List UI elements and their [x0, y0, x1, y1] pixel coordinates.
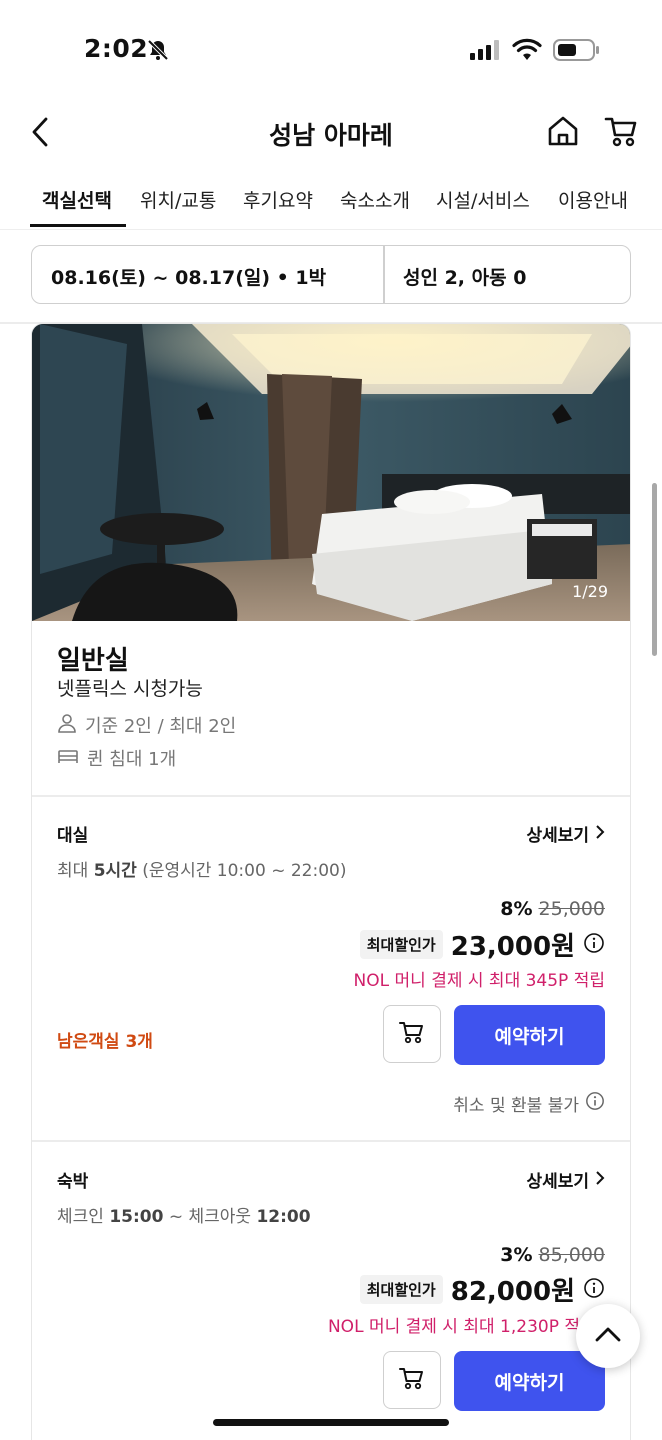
checkin-time: 15:00	[109, 1207, 164, 1227]
chevron-right-icon	[595, 824, 605, 844]
original-price: 25,000	[538, 898, 605, 920]
room-capacity: 기준 2인 / 최대 2인	[57, 712, 236, 738]
room-description: 넷플릭스 시청가능	[57, 678, 203, 700]
room-photo[interactable]	[32, 324, 631, 621]
discount-percent: 8%	[500, 898, 533, 920]
rate-detail-link[interactable]: 상세보기	[526, 821, 605, 846]
room-card: 1/29 일반실 넷플릭스 시청가능 기준 2인 / 최대 2인 퀸 침대 1개…	[31, 323, 631, 1440]
discount-row: 8% 25,000	[500, 898, 605, 920]
scrollbar[interactable]	[652, 483, 657, 656]
divider	[383, 246, 385, 303]
tab-review-summary[interactable]: 후기요약	[243, 186, 313, 213]
price: 82,000원	[450, 1277, 575, 1307]
date-range-button[interactable]: 08.16(토) ~ 08.17(일) • 1박	[51, 263, 326, 290]
home-icon[interactable]	[546, 114, 580, 152]
tab-property-intro[interactable]: 숙소소개	[340, 186, 410, 213]
book-button[interactable]: 예약하기	[454, 1351, 605, 1411]
max-discount-badge: 최대할인가	[359, 1275, 443, 1304]
checkout-label: ~ 체크아웃	[163, 1207, 257, 1227]
refund-note: 취소 및 환불 불가	[453, 1091, 605, 1116]
room-name: 일반실	[57, 646, 129, 676]
battery-icon	[553, 38, 601, 66]
room-bed: 퀸 침대 1개	[57, 745, 176, 771]
original-price: 85,000	[538, 1244, 605, 1266]
refund-note-text: 취소 및 환불 불가	[453, 1096, 579, 1116]
checkin-label: 체크인	[57, 1207, 110, 1227]
checkin-checkout: 체크인 15:00 ~ 체크아웃 12:00	[57, 1202, 311, 1227]
price-row: 최대할인가 82,000원	[359, 1271, 605, 1308]
max-discount-badge: 최대할인가	[359, 930, 443, 959]
capacity-text: 기준 2인 / 최대 2인	[85, 716, 237, 737]
photo-counter: 1/29	[572, 582, 608, 601]
price-row: 최대할인가 23,000원	[359, 926, 605, 963]
info-icon[interactable]	[583, 932, 605, 958]
tab-location[interactable]: 위치/교통	[140, 186, 216, 213]
guest-count-button[interactable]: 성인 2, 아동 0	[403, 263, 526, 290]
rate-time-suffix: (운영시간 10:00 ~ 22:00)	[136, 861, 347, 881]
add-to-cart-button[interactable]	[383, 1351, 441, 1409]
bed-text: 퀸 침대 1개	[87, 749, 177, 770]
cart-icon	[398, 1365, 426, 1395]
points-reward: NOL 머니 결제 시 최대 1,230P 적	[327, 1317, 580, 1337]
discount-row: 3% 85,000	[500, 1244, 605, 1266]
add-to-cart-button[interactable]	[383, 1005, 441, 1063]
rate-type-overnight: 숙박	[57, 1172, 89, 1192]
status-time: 2:02	[84, 34, 149, 63]
info-icon[interactable]	[583, 1277, 605, 1303]
scroll-to-top-button[interactable]	[576, 1304, 640, 1368]
price: 23,000원	[450, 932, 575, 962]
divider	[32, 795, 630, 797]
tab-facilities[interactable]: 시설/서비스	[436, 186, 530, 213]
detail-link-label: 상세보기	[526, 826, 589, 846]
chevron-right-icon	[595, 1170, 605, 1190]
tab-bar: 객실선택 위치/교통 후기요약 숙소소개 시설/서비스 이용안내	[0, 174, 662, 230]
rate-type-dayuse: 대실	[57, 826, 89, 846]
points-reward: NOL 머니 결제 시 최대 345P 적립	[353, 971, 605, 991]
rate-detail-link[interactable]: 상세보기	[526, 1167, 605, 1192]
home-indicator	[213, 1419, 449, 1426]
detail-link-label: 상세보기	[526, 1172, 589, 1192]
bell-slash-icon	[146, 38, 170, 66]
cart-icon	[398, 1019, 426, 1049]
discount-percent: 3%	[500, 1244, 533, 1266]
chevron-up-icon	[594, 1325, 622, 1347]
tab-usage-info[interactable]: 이용안내	[558, 186, 628, 213]
person-icon	[57, 713, 77, 738]
rate-time: 최대 5시간 (운영시간 10:00 ~ 22:00)	[57, 856, 346, 881]
tab-room-select[interactable]: 객실선택	[42, 186, 112, 213]
nav-bar: 성남 아마레	[0, 100, 662, 164]
wifi-icon	[512, 38, 542, 64]
rate-time-prefix: 최대	[57, 861, 94, 881]
info-icon[interactable]	[585, 1091, 605, 1116]
checkout-time: 12:00	[256, 1207, 311, 1227]
rate-time-bold: 5시간	[93, 861, 137, 881]
cart-icon[interactable]	[604, 114, 640, 152]
signal-icon	[470, 40, 502, 64]
active-tab-indicator	[30, 224, 126, 227]
divider	[32, 1140, 630, 1142]
status-bar: 2:02	[0, 0, 662, 100]
rooms-left: 남은객실 3개	[57, 1032, 153, 1052]
bed-icon	[57, 746, 79, 771]
book-button[interactable]: 예약하기	[454, 1005, 605, 1065]
date-guest-selector: 08.16(토) ~ 08.17(일) • 1박 성인 2, 아동 0	[31, 245, 631, 304]
